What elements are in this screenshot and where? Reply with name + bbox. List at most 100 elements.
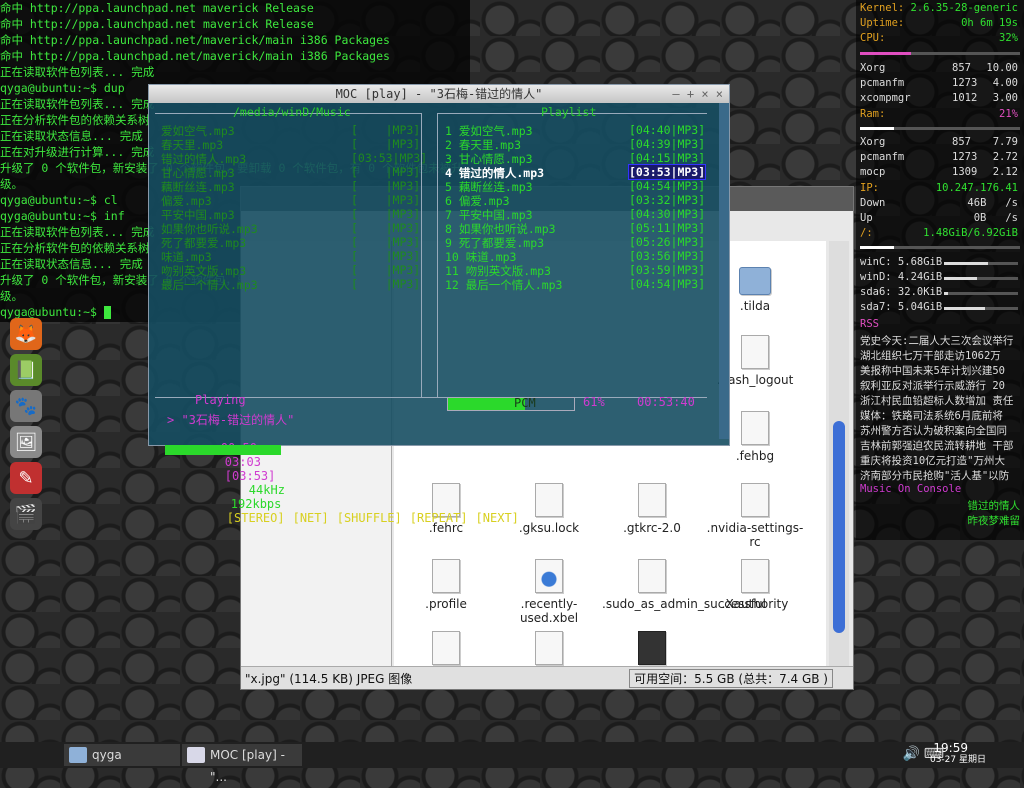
track-time: [03:53|MP3] xyxy=(627,164,707,180)
playback-flag: [NEXT] xyxy=(475,511,519,525)
file-item[interactable]: .Xauthority xyxy=(705,559,805,611)
directory-item[interactable]: 春天里.mp3 [ |MP3] xyxy=(161,137,431,152)
file-item[interactable]: .gksu.lock xyxy=(499,483,599,535)
process-name: Xorg xyxy=(860,136,886,148)
image-viewer-icon[interactable]: 🖼 xyxy=(10,426,42,458)
firefox-icon[interactable]: 🦊 xyxy=(10,318,42,350)
cpu-bar xyxy=(860,52,1020,55)
kernel-row: Kernel: 2.6.35-28-generic xyxy=(860,2,1020,16)
music-album: 昨夜梦难留 xyxy=(967,515,1021,527)
directory-item[interactable]: 死了都要爱.mp3 [ |MP3] xyxy=(161,235,431,250)
video-icon[interactable]: 🎬 xyxy=(10,498,42,530)
file-format: [ |MP3] xyxy=(351,277,421,291)
disk-usage-fill xyxy=(944,277,978,280)
directory-item[interactable]: 错过的情人.mp3 [03:53|MP3] xyxy=(161,151,431,166)
file-name: 偏爱.mp3 xyxy=(161,194,212,208)
text-editor-icon[interactable]: ✎ xyxy=(10,462,42,494)
playlist-item[interactable]: 3 甘心情愿.mp3 [04:15|MP3] xyxy=(445,151,705,166)
root-bar xyxy=(860,246,1020,249)
track-time: [03:59|MP3] xyxy=(629,263,706,277)
rss-headline[interactable]: 济南部分市民抢购"活人基"以防 xyxy=(860,468,1020,482)
disk-name: sda6: 32.0KiB xyxy=(860,286,943,298)
file-name: 春天里.mp3 xyxy=(161,138,224,152)
playlist-item[interactable]: 6 偏爱.mp3 [03:32|MP3] xyxy=(445,193,705,208)
playlist-item[interactable]: 4 错过的情人.mp3 [03:53|MP3] xyxy=(445,164,707,180)
directory-item[interactable]: 味道.mp3 [ |MP3] xyxy=(161,249,431,264)
position-time: 03:03 xyxy=(224,455,261,469)
directory-item[interactable]: 如果你也听说.mp3 [ |MP3] xyxy=(161,221,431,236)
track-name: 8 如果你也听说.mp3 xyxy=(445,222,556,236)
file-grid-scrollbar[interactable] xyxy=(829,241,849,667)
playlist-item[interactable]: 8 如果你也听说.mp3 [05:11|MP3] xyxy=(445,221,706,236)
playlist-item[interactable]: 7 平安中国.mp3 [04:30|MP3] xyxy=(445,207,705,222)
gimp-icon[interactable]: 🐾 xyxy=(10,390,42,422)
playlist-item[interactable]: 11 吻别英文版.mp3 [03:59|MP3] xyxy=(445,263,706,278)
track-time: [05:11|MP3] xyxy=(629,221,706,235)
moc-titlebar[interactable]: MOC [play] - "3石梅-错过的情人" – + × × xyxy=(149,85,729,103)
rss-headline[interactable]: 叙利亚反对派举行示威游行 20 xyxy=(860,378,1020,392)
directory-item[interactable]: 爱如空气.mp3 [ |MP3] xyxy=(161,123,431,138)
rss-headline[interactable]: 浙江村民血铅超标人数增加 责任 xyxy=(860,393,1020,407)
playlist-item[interactable]: 9 死了都要爱.mp3 [05:26|MP3] xyxy=(445,235,706,250)
playlist-item[interactable]: 1 爱如空气.mp3 [04:40|MP3] xyxy=(445,123,705,138)
process-usage: 2.72 xyxy=(992,151,1018,163)
down-row: Down 46B /s xyxy=(860,197,1020,211)
file-item[interactable]: .recently-used.xbel xyxy=(499,559,599,625)
task-qyga[interactable]: qyga xyxy=(64,744,180,766)
progress-bar[interactable] xyxy=(165,445,695,455)
directory-pane-title: /media/winD/Music xyxy=(233,105,351,119)
disk-name: winD: 4.24GiB xyxy=(860,271,943,283)
directory-item[interactable]: 吻别英文版.mp3 [ |MP3] xyxy=(161,263,431,278)
scrollbar-thumb[interactable] xyxy=(833,421,845,633)
text-file-icon xyxy=(638,483,666,517)
moc-scrollbar[interactable] xyxy=(719,103,729,439)
directory-item[interactable]: 甘心情愿.mp3 [ |MP3] xyxy=(161,165,431,180)
process-usage: 2.12 xyxy=(992,166,1018,178)
text-file-icon xyxy=(741,335,769,369)
rss-headline[interactable]: 湖北组织七万干部走访1062万 xyxy=(860,348,1020,362)
text-file-icon xyxy=(741,411,769,445)
up-label: Up xyxy=(860,212,873,224)
rss-headline[interactable]: 党史今天:二届人大三次会议举行 xyxy=(860,333,1020,347)
playback-flag: [STEREO] xyxy=(226,511,285,525)
track-name: 9 死了都要爱.mp3 xyxy=(445,236,545,250)
playlist-item[interactable]: 12 最后一个情人.mp3 [04:54|MP3] xyxy=(445,277,705,292)
window-icon xyxy=(187,747,205,763)
window-controls[interactable]: – + × × xyxy=(672,85,723,103)
directory-item[interactable]: 平安中国.mp3 [ |MP3] xyxy=(161,207,431,222)
clock-time: 19:59 xyxy=(933,741,968,755)
file-item[interactable]: .sudo_as_admin_successful xyxy=(602,559,766,611)
playlist-item[interactable]: 10 味道.mp3 [03:56|MP3] xyxy=(445,249,705,264)
file-item[interactable]: .gtkrc-2.0 xyxy=(602,483,702,535)
file-item[interactable]: .fehrc xyxy=(396,483,496,535)
file-item[interactable]: .profile xyxy=(396,559,496,611)
process-row: Xorg 857 10.00 xyxy=(860,62,1020,76)
disk-usage-bar xyxy=(944,277,1018,280)
task-moc[interactable]: MOC [play] - "... xyxy=(182,744,302,784)
playlist-item[interactable]: 2 春天里.mp3 [04:39|MP3] xyxy=(445,137,705,152)
book-icon[interactable]: 📗 xyxy=(10,354,42,386)
status-bar: "x.jpg" (114.5 KB) JPEG 图像 可用空间：5.5 GB (… xyxy=(241,666,853,689)
process-pid: 857 xyxy=(952,62,971,74)
rss-headline[interactable]: 吉林前郭强迫农民流转耕地 干部 xyxy=(860,438,1020,452)
directory-item[interactable]: 藕断丝连.mp3 [ |MP3] xyxy=(161,179,431,194)
track-time: [05:26|MP3] xyxy=(629,235,706,249)
volume-bar[interactable]: PCM xyxy=(447,396,575,411)
process-usage: 3.00 xyxy=(992,92,1018,104)
playlist-item[interactable]: 5 藕断丝连.mp3 [04:54|MP3] xyxy=(445,179,705,194)
playlist-pane-title: Playlist xyxy=(541,105,597,119)
rss-headline[interactable]: 媒体：铁路司法系统6月底前将 xyxy=(860,408,1020,422)
process-row: pcmanfm 1273 2.72 xyxy=(860,151,1020,165)
file-name: .sudo_as_admin_successful xyxy=(602,597,766,611)
uptime-value: 0h 6m 19s xyxy=(961,17,1018,29)
terminal-cursor xyxy=(103,306,111,319)
rss-headline[interactable]: 重庆将投资10亿元打造"万州大 xyxy=(860,453,1020,467)
directory-item[interactable]: 偏爱.mp3 [ |MP3] xyxy=(161,193,431,208)
file-item[interactable]: .nvidia-settings-rc xyxy=(705,483,805,549)
moc-player-window[interactable]: MOC [play] - "3石梅-错过的情人" – + × × /media/… xyxy=(148,84,730,525)
rss-headline[interactable]: 苏州警方否认为破积案向全国同 xyxy=(860,423,1020,437)
directory-item[interactable]: 最后一个情人.mp3 [ |MP3] xyxy=(161,277,431,292)
clock[interactable]: 19:59 03-27 星期日 xyxy=(900,742,1020,766)
file-format: [ |MP3] xyxy=(351,123,421,137)
rss-headline[interactable]: 美报称中国未来5年计划兴建50 xyxy=(860,363,1020,377)
